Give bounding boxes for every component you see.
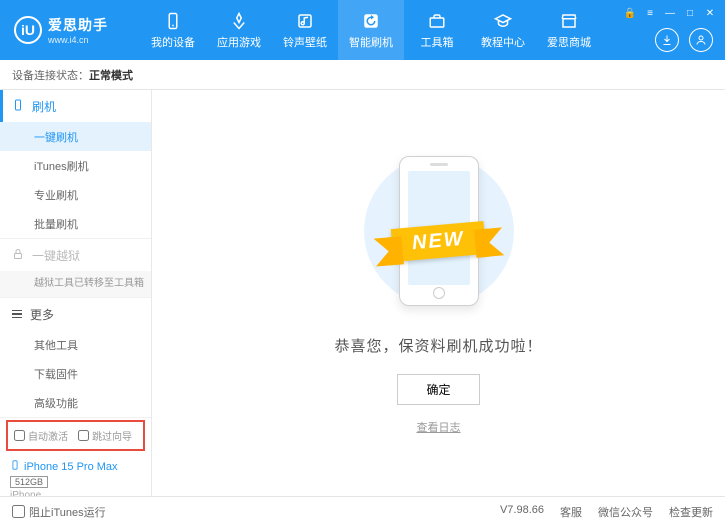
nav-label: 工具箱 bbox=[421, 34, 454, 50]
jailbreak-note: 越狱工具已转移至工具箱 bbox=[0, 271, 151, 297]
sidebar-item-oneclick[interactable]: 一键刷机 bbox=[0, 122, 151, 151]
footer: 阻止iTunes运行 V7.98.66 客服 微信公众号 检查更新 bbox=[0, 496, 725, 526]
sidebar-head-more[interactable]: 更多 bbox=[0, 298, 151, 330]
minimize-icon[interactable]: — bbox=[663, 6, 677, 20]
skip-guide-checkbox[interactable]: 跳过向导 bbox=[78, 428, 132, 443]
auto-activate-checkbox[interactable]: 自动激活 bbox=[14, 428, 68, 443]
top-bar: iU 爱思助手 www.i4.cn 我的设备 应用游戏 铃声壁纸 智能刷机 工具… bbox=[0, 0, 725, 60]
window-controls: 🔒 ≡ — □ ✕ bbox=[623, 6, 717, 20]
block-itunes-checkbox[interactable]: 阻止iTunes运行 bbox=[12, 504, 106, 520]
brand-title: 爱思助手 bbox=[48, 15, 108, 35]
nav-label: 爱思商城 bbox=[547, 34, 591, 50]
refresh-icon bbox=[361, 11, 381, 31]
menu-icon[interactable]: ≡ bbox=[643, 6, 657, 20]
phone-icon bbox=[10, 459, 20, 474]
sidebar: 刷机 一键刷机 iTunes刷机 专业刷机 批量刷机 一键越狱 越狱工具已转移至… bbox=[0, 90, 152, 496]
lock-icon bbox=[12, 248, 24, 263]
success-message: 恭喜您，保资料刷机成功啦！ bbox=[334, 335, 542, 356]
download-button[interactable] bbox=[655, 28, 679, 52]
options-box: 自动激活 跳过向导 bbox=[6, 420, 145, 451]
checkbox-label: 跳过向导 bbox=[92, 428, 132, 443]
user-button[interactable] bbox=[689, 28, 713, 52]
status-prefix: 设备连接状态： bbox=[12, 67, 89, 83]
footer-link-wechat[interactable]: 微信公众号 bbox=[598, 504, 653, 520]
nav-ringtones[interactable]: 铃声壁纸 bbox=[272, 0, 338, 60]
nav-label: 我的设备 bbox=[151, 34, 195, 50]
footer-link-update[interactable]: 检查更新 bbox=[669, 504, 713, 520]
sidebar-item-download[interactable]: 下载固件 bbox=[0, 359, 151, 388]
storage-badge: 512GB bbox=[10, 476, 48, 488]
top-nav: 我的设备 应用游戏 铃声壁纸 智能刷机 工具箱 教程中心 爱思商城 bbox=[140, 0, 602, 60]
store-icon bbox=[559, 11, 579, 31]
lock-icon[interactable]: 🔒 bbox=[623, 6, 637, 20]
sidebar-item-other[interactable]: 其他工具 bbox=[0, 330, 151, 359]
phone-icon bbox=[163, 11, 183, 31]
graduation-icon bbox=[493, 11, 513, 31]
music-icon bbox=[295, 11, 315, 31]
logo-icon: iU bbox=[14, 16, 42, 44]
sidebar-head-label: 一键越狱 bbox=[32, 247, 80, 264]
status-bar: 设备连接状态： 正常模式 bbox=[0, 60, 725, 90]
main-content: NEW 恭喜您，保资料刷机成功啦！ 确定 查看日志 bbox=[152, 90, 725, 496]
sidebar-head-label: 更多 bbox=[30, 306, 54, 323]
view-log-link[interactable]: 查看日志 bbox=[417, 419, 461, 435]
device-name-text: iPhone 15 Pro Max bbox=[24, 461, 118, 473]
nav-label: 应用游戏 bbox=[217, 34, 261, 50]
device-type: iPhone bbox=[10, 490, 141, 496]
sidebar-item-itunes[interactable]: iTunes刷机 bbox=[0, 151, 151, 180]
version-text: V7.98.66 bbox=[500, 504, 544, 520]
menu-icon bbox=[12, 310, 22, 319]
new-ribbon: NEW bbox=[391, 221, 486, 262]
nav-apps[interactable]: 应用游戏 bbox=[206, 0, 272, 60]
nav-smart-flash[interactable]: 智能刷机 bbox=[338, 0, 404, 60]
close-icon[interactable]: ✕ bbox=[703, 6, 717, 20]
nav-label: 教程中心 bbox=[481, 34, 525, 50]
status-value: 正常模式 bbox=[89, 67, 133, 83]
nav-tutorials[interactable]: 教程中心 bbox=[470, 0, 536, 60]
flash-icon bbox=[12, 99, 24, 114]
toolbox-icon bbox=[427, 11, 447, 31]
sidebar-item-advanced[interactable]: 高级功能 bbox=[0, 388, 151, 417]
ok-button[interactable]: 确定 bbox=[397, 374, 479, 405]
sidebar-item-pro[interactable]: 专业刷机 bbox=[0, 180, 151, 209]
device-name[interactable]: iPhone 15 Pro Max bbox=[10, 459, 141, 474]
brand-url: www.i4.cn bbox=[48, 35, 108, 45]
nav-my-device[interactable]: 我的设备 bbox=[140, 0, 206, 60]
nav-store[interactable]: 爱思商城 bbox=[536, 0, 602, 60]
footer-link-support[interactable]: 客服 bbox=[560, 504, 582, 520]
checkbox-label: 阻止iTunes运行 bbox=[29, 504, 106, 520]
sidebar-head-jailbreak: 一键越狱 bbox=[0, 239, 151, 271]
sidebar-head-label: 刷机 bbox=[32, 98, 56, 115]
checkbox-label: 自动激活 bbox=[28, 428, 68, 443]
maximize-icon[interactable]: □ bbox=[683, 6, 697, 20]
sidebar-head-flash[interactable]: 刷机 bbox=[0, 90, 151, 122]
apps-icon bbox=[229, 11, 249, 31]
device-info: iPhone 15 Pro Max 512GB iPhone bbox=[0, 453, 151, 496]
success-illustration: NEW bbox=[349, 151, 529, 321]
logo-area: iU 爱思助手 www.i4.cn bbox=[0, 15, 140, 45]
nav-label: 铃声壁纸 bbox=[283, 34, 327, 50]
nav-label: 智能刷机 bbox=[349, 34, 393, 50]
sidebar-item-batch[interactable]: 批量刷机 bbox=[0, 209, 151, 238]
nav-toolbox[interactable]: 工具箱 bbox=[404, 0, 470, 60]
